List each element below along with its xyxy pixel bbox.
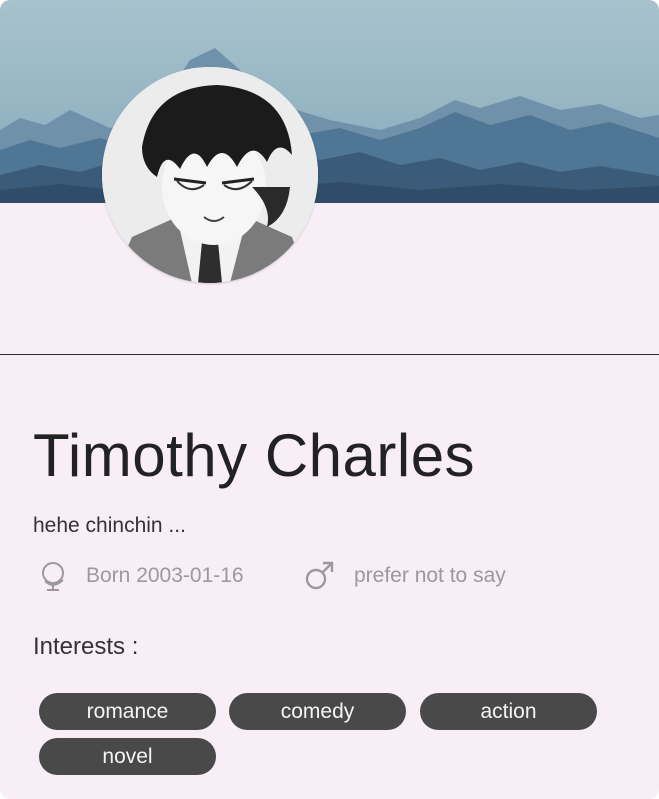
- interest-tag-novel[interactable]: novel: [39, 738, 216, 775]
- profile-name: Timothy Charles: [33, 422, 476, 489]
- cover-image: [0, 0, 659, 203]
- globe-stand-icon: [36, 558, 72, 594]
- profile-bio: hehe chinchin ...: [33, 514, 186, 537]
- gender-info: prefer not to say: [302, 558, 506, 594]
- avatar-illustration: [102, 67, 318, 283]
- section-divider: [0, 354, 659, 355]
- interest-tag-action[interactable]: action: [420, 693, 597, 730]
- birthdate-info: Born 2003-01-16: [36, 558, 244, 594]
- birthdate-text: Born 2003-01-16: [86, 564, 244, 587]
- profile-card: Timothy Charles hehe chinchin ... Born 2…: [0, 0, 659, 799]
- interest-tag-comedy[interactable]: comedy: [229, 693, 406, 730]
- avatar[interactable]: [102, 67, 318, 283]
- interest-tag-romance[interactable]: romance: [39, 693, 216, 730]
- male-symbol-icon: [302, 558, 338, 594]
- gender-text: prefer not to say: [354, 564, 506, 587]
- interests-heading: Interests :: [33, 633, 139, 660]
